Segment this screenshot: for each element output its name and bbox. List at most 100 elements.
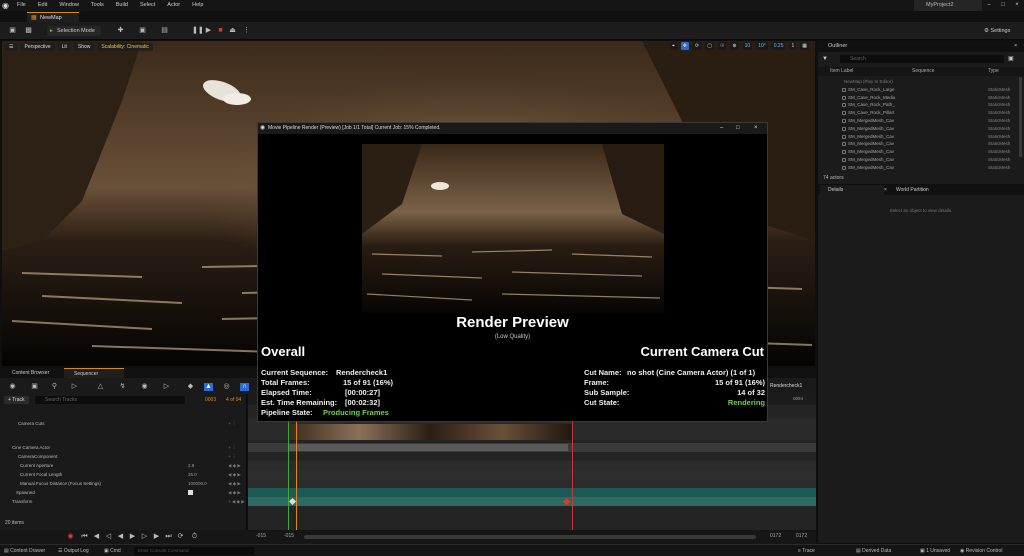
timeline-scrollbar[interactable] bbox=[304, 535, 756, 539]
tab-content-browser[interactable]: Content Browser bbox=[2, 368, 62, 378]
working-end[interactable]: 0172 bbox=[770, 533, 781, 539]
content-icon[interactable]: ▩ bbox=[24, 27, 33, 35]
render-movie-icon[interactable]: ▷ bbox=[70, 383, 79, 391]
rotate-icon[interactable]: ⟳ bbox=[693, 42, 702, 50]
track-camera-cuts[interactable]: Camera Cuts + ⋮ bbox=[0, 419, 247, 428]
find-icon[interactable]: ⚲ bbox=[50, 383, 59, 391]
close-icon[interactable]: × bbox=[1014, 41, 1017, 52]
menu-tools[interactable]: Tools bbox=[85, 0, 110, 11]
tab-newmap[interactable]: ▦ NewMap bbox=[27, 12, 79, 22]
spawned-checkbox[interactable] bbox=[188, 490, 193, 495]
trace-button[interactable]: ≡ Trace bbox=[798, 545, 815, 556]
auto-key-icon[interactable]: ◎ bbox=[222, 383, 231, 391]
key-icon[interactable]: ↯ bbox=[118, 383, 127, 391]
viewport-menu-button[interactable]: ☰ bbox=[5, 42, 18, 51]
settings-button[interactable]: ⚙ Settings bbox=[984, 26, 1010, 36]
keyframe-icon[interactable] bbox=[562, 497, 571, 506]
add-track-button[interactable]: + Track bbox=[4, 396, 29, 404]
list-item[interactable]: SM_Cave_Rock_Path_ StaticMesh bbox=[818, 101, 1018, 109]
output-log-button[interactable]: ☰ Output Log bbox=[58, 545, 89, 556]
content-drawer-button[interactable]: ▤ Content Drawer bbox=[4, 545, 45, 556]
show-button[interactable]: Show bbox=[73, 42, 95, 51]
minimize-icon[interactable]: – bbox=[720, 123, 723, 134]
track-value[interactable]: 35.0 bbox=[188, 470, 197, 479]
grid-snap-value[interactable]: 10 bbox=[742, 42, 753, 50]
console-command-input[interactable]: Enter Console Command bbox=[134, 547, 254, 555]
cinematics-icon[interactable]: ▤ bbox=[160, 27, 169, 35]
transform-lane[interactable] bbox=[248, 497, 816, 506]
playback-icon[interactable]: ▷ bbox=[162, 383, 171, 391]
camera-section[interactable] bbox=[288, 444, 568, 451]
stop-icon[interactable]: ■ bbox=[216, 27, 225, 35]
menu-help[interactable]: Help bbox=[186, 0, 209, 11]
menu-build[interactable]: Build bbox=[110, 0, 134, 11]
perspective-button[interactable]: Perspective bbox=[20, 42, 55, 51]
scalability-warning[interactable]: Scalability: Cinematic bbox=[97, 42, 153, 51]
outliner-tab[interactable]: Outliner × bbox=[818, 41, 1024, 52]
maximize-icon[interactable]: □ bbox=[996, 0, 1010, 11]
unsaved-button[interactable]: ▣ 1 Unsaved bbox=[920, 545, 950, 556]
add-key-icon[interactable]: + ◀ ◆ ▶ bbox=[228, 497, 245, 506]
shot-thumbnail-strip[interactable] bbox=[288, 424, 573, 440]
lit-button[interactable]: Lit bbox=[57, 42, 71, 51]
view-icon[interactable]: ◉ bbox=[140, 383, 149, 391]
reverse-icon[interactable]: ◀ bbox=[116, 533, 125, 541]
list-item[interactable]: SM_MergedMesh_Cav StaticMesh bbox=[818, 156, 1018, 164]
track-cine-camera-actor[interactable]: Cine Camera Actor + ⋮ bbox=[0, 443, 247, 452]
list-item[interactable]: SM_MergedMesh_Cav StaticMesh bbox=[818, 140, 1018, 148]
save-icon[interactable]: ▣ bbox=[8, 27, 17, 35]
filter-icon[interactable]: △ bbox=[96, 383, 105, 391]
surface-snap-icon[interactable]: ⊕ bbox=[730, 42, 739, 50]
lock-icon[interactable]: ∩ bbox=[240, 383, 249, 391]
aperture-lane[interactable] bbox=[248, 461, 816, 470]
menu-select[interactable]: Select bbox=[134, 0, 161, 11]
prev-key-icon[interactable]: ◀ bbox=[92, 533, 101, 541]
track-value[interactable]: 100000.0 bbox=[188, 479, 207, 488]
maximize-viewport-icon[interactable]: ▦ bbox=[800, 42, 809, 50]
track-camera-component[interactable]: CameraComponent + ⋮ bbox=[0, 452, 247, 461]
add-key-icon[interactable]: + ⋮ bbox=[228, 443, 236, 452]
key-controls-icon[interactable]: ◀ ◆ ▶ bbox=[228, 479, 241, 488]
add-folder-icon[interactable]: ▣ bbox=[1008, 55, 1014, 63]
jump-start-icon[interactable]: ⏮ bbox=[80, 533, 89, 541]
close-icon[interactable]: × bbox=[754, 123, 758, 134]
blueprint-icon[interactable]: ▣ bbox=[138, 27, 147, 35]
maximize-icon[interactable]: □ bbox=[736, 123, 740, 134]
menu-file[interactable]: File bbox=[11, 0, 32, 11]
key-interp-icon[interactable]: ◆ bbox=[186, 383, 195, 391]
tree-root[interactable]: NewMap (Play In Editor) bbox=[818, 78, 1018, 86]
spawned-lane[interactable] bbox=[248, 488, 816, 497]
record-icon[interactable]: ◉ bbox=[66, 533, 75, 541]
snap-icon[interactable]: ▲ bbox=[204, 383, 213, 391]
camera-icon[interactable]: ◉ bbox=[8, 383, 17, 391]
key-controls-icon[interactable]: ◀ ◆ ▶ bbox=[228, 461, 241, 470]
view-start[interactable]: -015 bbox=[256, 533, 266, 539]
current-frame[interactable]: 0003 bbox=[205, 396, 216, 404]
more-icon[interactable]: ⋮ bbox=[242, 27, 251, 35]
track-value[interactable]: 2.8 bbox=[188, 461, 194, 470]
col-sequence[interactable]: Sequence bbox=[912, 67, 935, 76]
outliner-scrollbar[interactable] bbox=[1019, 77, 1022, 157]
menu-window[interactable]: Window bbox=[53, 0, 85, 11]
camera-actor-lane[interactable] bbox=[248, 443, 816, 452]
focus-distance-lane[interactable] bbox=[248, 479, 816, 488]
pause-icon[interactable]: ❚❚ bbox=[192, 27, 204, 35]
close-icon[interactable]: × bbox=[884, 185, 887, 195]
eject-icon[interactable]: ⏏ bbox=[228, 27, 237, 35]
world-icon[interactable]: ☉ bbox=[717, 42, 727, 50]
list-item[interactable]: SM_MergedMesh_Cav StaticMesh bbox=[818, 133, 1018, 141]
track-current-focal-length[interactable]: Current Focal Length 35.0 ◀ ◆ ▶ bbox=[0, 470, 247, 479]
scale-snap-value[interactable]: 0.25 bbox=[771, 42, 786, 50]
add-key-icon[interactable]: + ⋮ bbox=[228, 452, 236, 461]
key-controls-icon[interactable]: ◀ ◆ ▶ bbox=[228, 470, 241, 479]
cmd-dropdown[interactable]: ▣ Cmd bbox=[104, 545, 121, 556]
scale-icon[interactable]: ▢ bbox=[705, 42, 714, 50]
add-actor-icon[interactable]: ✚ bbox=[116, 27, 125, 35]
derived-data-button[interactable]: ▤ Derived Data bbox=[856, 545, 891, 556]
skip-icon[interactable]: ▶ bbox=[204, 27, 213, 35]
loop-icon[interactable]: ⟳ bbox=[176, 533, 185, 541]
col-item-label[interactable]: Item Label bbox=[830, 67, 853, 76]
next-frame-icon[interactable]: ▷ bbox=[140, 533, 149, 541]
focal-length-lane[interactable] bbox=[248, 470, 816, 479]
prev-frame-icon[interactable]: ◁ bbox=[104, 533, 113, 541]
